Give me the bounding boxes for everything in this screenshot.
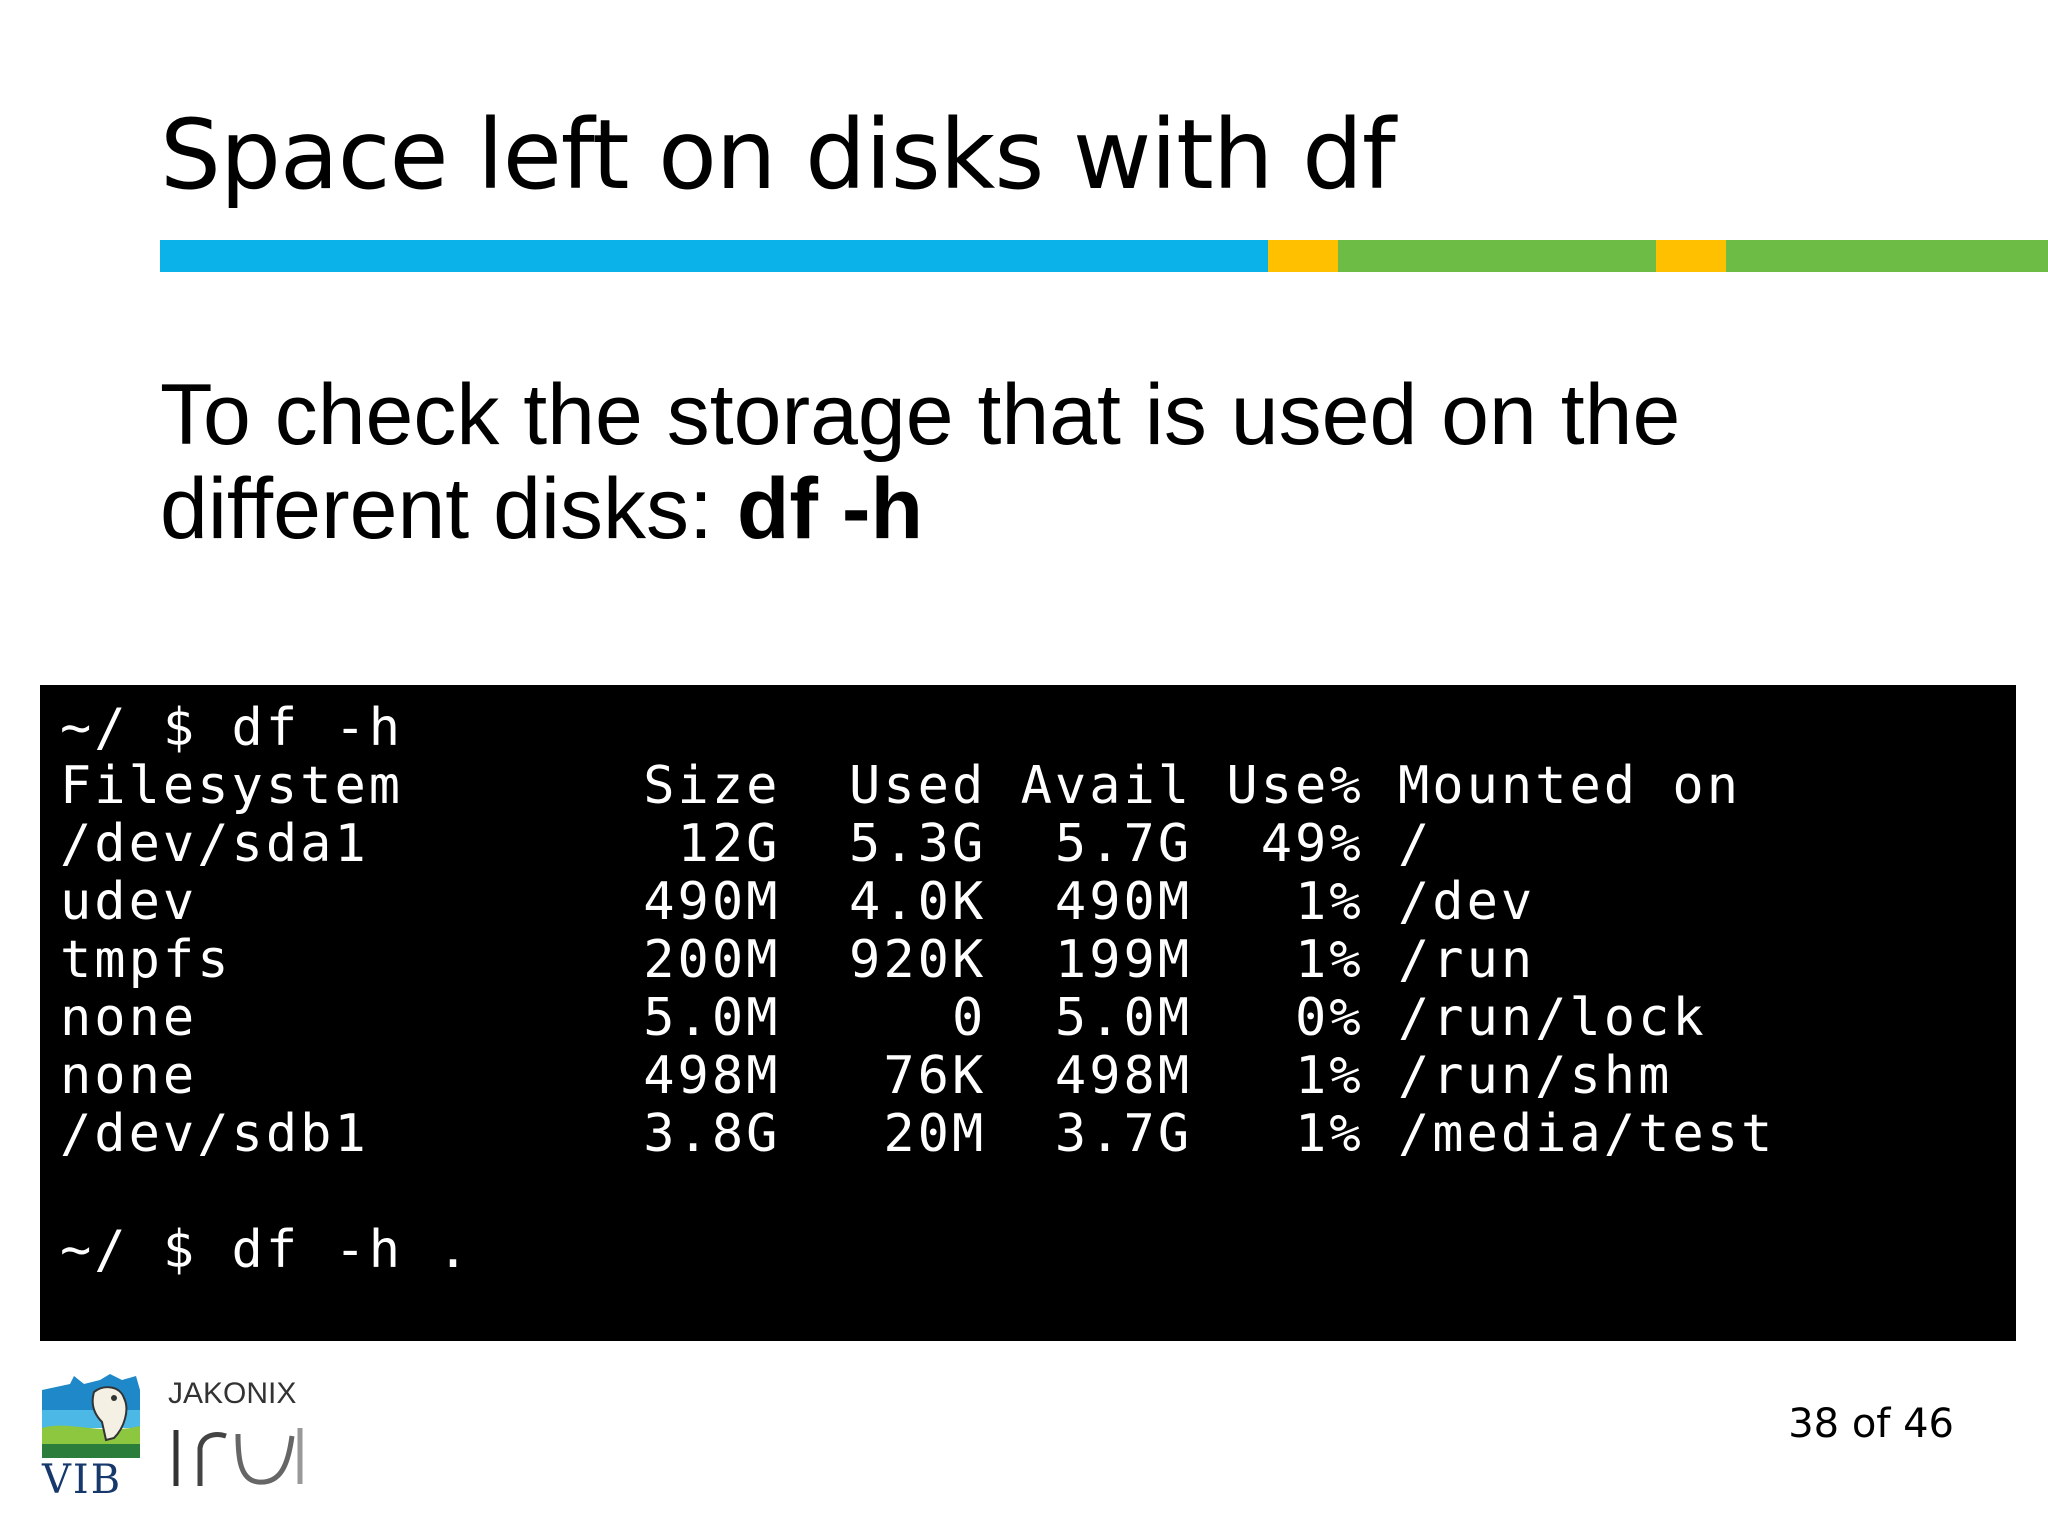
page-number: 38 of 46	[1788, 1401, 1954, 1447]
footer-logos: VIB JAKONIX	[40, 1370, 320, 1500]
terminal-line: udev 490M 4.0K 490M 1% /dev	[60, 872, 1536, 932]
color-bar-segment-blue	[160, 240, 1268, 272]
jakonix-logo-text: JAKONIX	[168, 1377, 297, 1410]
slide-title: Space left on disks with df	[160, 99, 1396, 211]
body-text-command: df -h	[736, 461, 924, 557]
color-bar-segment-green	[1726, 240, 2048, 272]
terminal-line: ~/ $ df -h	[60, 698, 404, 758]
iru-logo	[168, 1418, 308, 1488]
color-bar-segment-green	[1338, 240, 1656, 272]
terminal-line: /dev/sdb1 3.8G 20M 3.7G 1% /media/test	[60, 1104, 1776, 1164]
terminal-line: none 498M 76K 498M 1% /run/shm	[60, 1046, 1673, 1106]
terminal-line: ~/ $ df -h .	[60, 1220, 472, 1280]
terminal-line: /dev/sda1 12G 5.3G 5.7G 49% /	[60, 814, 1433, 874]
iru-logo-icon	[173, 1428, 303, 1486]
color-bar-segment-yellow	[1656, 240, 1726, 272]
terminal-line: Filesystem Size Used Avail Use% Mounted …	[60, 756, 1742, 816]
vib-logo: VIB	[40, 1370, 150, 1500]
terminal-line: tmpfs 200M 920K 199M 1% /run	[60, 930, 1536, 990]
terminal-line: none 5.0M 0 5.0M 0% /run/lock	[60, 988, 1707, 1048]
color-bar-segment-yellow	[1268, 240, 1338, 272]
terminal-output-box: ~/ $ df -h Filesystem Size Used Avail Us…	[40, 685, 2016, 1341]
title-underline-color-bar	[160, 240, 2048, 272]
vib-landscape-icon	[42, 1374, 140, 1458]
slide-body-text: To check the storage that is used on the…	[160, 368, 1960, 556]
vib-logo-text: VIB	[42, 1457, 123, 1503]
terminal-text: ~/ $ df -h Filesystem Size Used Avail Us…	[60, 699, 1775, 1279]
